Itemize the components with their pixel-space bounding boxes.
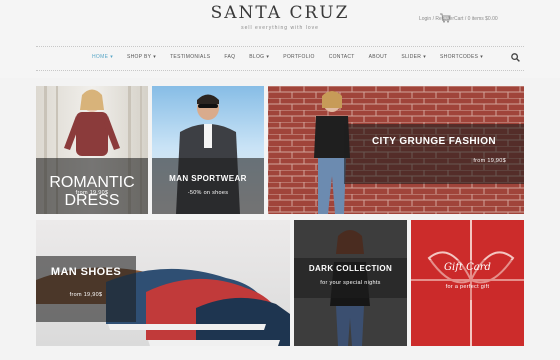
nav-item-label: FAQ xyxy=(224,54,236,60)
nav-item-label: ABOUT xyxy=(368,54,388,60)
nav-item-slider[interactable]: SLIDER ▾ xyxy=(401,54,426,64)
nav-item-label: SHORTCODES xyxy=(440,54,479,60)
nav-item-about[interactable]: ABOUT xyxy=(369,54,388,64)
caption-title: MAN SPORTWEAR xyxy=(169,174,247,183)
nav-item-label: SLIDER xyxy=(401,54,422,60)
nav-item-label: TESTIMONIALS xyxy=(170,54,211,60)
promo-tile-gift-card[interactable]: Gift Card for a perfect gift xyxy=(411,220,524,346)
chevron-down-icon: ▾ xyxy=(266,54,270,60)
nav-item-label: HOME xyxy=(92,54,109,60)
chevron-down-icon: ▾ xyxy=(423,54,427,60)
nav-item-faq[interactable]: FAQ xyxy=(224,54,235,64)
caption-subtitle: -50% on shoes xyxy=(187,190,229,196)
promo-tile-man-shoes[interactable]: MAN SHOES from 19,90$ xyxy=(36,220,290,346)
nav-item-contact[interactable]: CONTACT xyxy=(329,54,355,64)
nav-divider-top xyxy=(36,46,524,47)
cart-icon xyxy=(440,13,451,23)
caption-title: MAN SHOES xyxy=(50,266,122,278)
nav-item-label: BLOG xyxy=(249,54,265,60)
caption-subtitle: for your special nights xyxy=(320,280,381,286)
caption-subtitle: from 19,90$ xyxy=(473,158,506,164)
caption-title: CITY GRUNGE FASHION xyxy=(371,136,497,147)
cart-text: Cart / 0 items $0.00 xyxy=(454,16,498,22)
chevron-down-icon: ▾ xyxy=(153,54,157,60)
nav-item-label: PORTFOLIO xyxy=(283,54,315,60)
caption-overlay xyxy=(152,158,264,214)
nav-item-blog[interactable]: BLOG ▾ xyxy=(249,54,269,64)
nav-item-portfolio[interactable]: PORTFOLIO xyxy=(283,54,315,64)
nav-item-shortcodes[interactable]: SHORTCODES ▾ xyxy=(440,54,483,64)
caption-subtitle: from 19,90$ xyxy=(75,190,109,196)
brand-tagline: sell everything with love xyxy=(241,25,319,31)
promo-tile-dark-collection[interactable]: DARK COLLECTION for your special nights xyxy=(294,220,407,346)
caption-overlay xyxy=(344,124,524,184)
promo-tile-romantic-dress[interactable]: ROMANTIC DRESS from 19,90$ xyxy=(36,86,148,214)
chevron-down-icon: ▾ xyxy=(480,54,484,60)
promo-tile-city-grunge[interactable]: CITY GRUNGE FASHION from 19,90$ xyxy=(268,86,524,214)
nav-item-label: SHOP BY xyxy=(127,54,152,60)
nav-item-testimonials[interactable]: TESTIMONIALS xyxy=(170,54,210,64)
nav-divider-bottom xyxy=(36,70,524,71)
site-header: SANTA CRUZ sell everything with love Log… xyxy=(0,0,560,78)
cart-summary[interactable]: Cart / 0 items $0.00 xyxy=(440,13,520,25)
chevron-down-icon: ▾ xyxy=(110,54,114,60)
caption-subtitle: from 19,90$ xyxy=(69,292,103,298)
caption-subtitle: for a perfect gift xyxy=(445,284,490,290)
caption-title: Gift Card xyxy=(444,262,491,273)
nav-item-label: CONTACT xyxy=(328,54,355,60)
main-nav: HOME ▾ SHOP BY ▾ TESTIMONIALS FAQ BLOG ▾ PORTFOL… xyxy=(92,54,483,64)
nav-item-home[interactable]: HOME ▾ xyxy=(92,54,113,64)
caption-title: DARK COLLECTION xyxy=(308,264,393,273)
search-icon[interactable] xyxy=(511,53,520,62)
nav-item-shop-by[interactable]: SHOP BY ▾ xyxy=(127,54,156,64)
promo-tile-man-sportwear[interactable]: MAN SPORTWEAR -50% on shoes xyxy=(152,86,264,214)
